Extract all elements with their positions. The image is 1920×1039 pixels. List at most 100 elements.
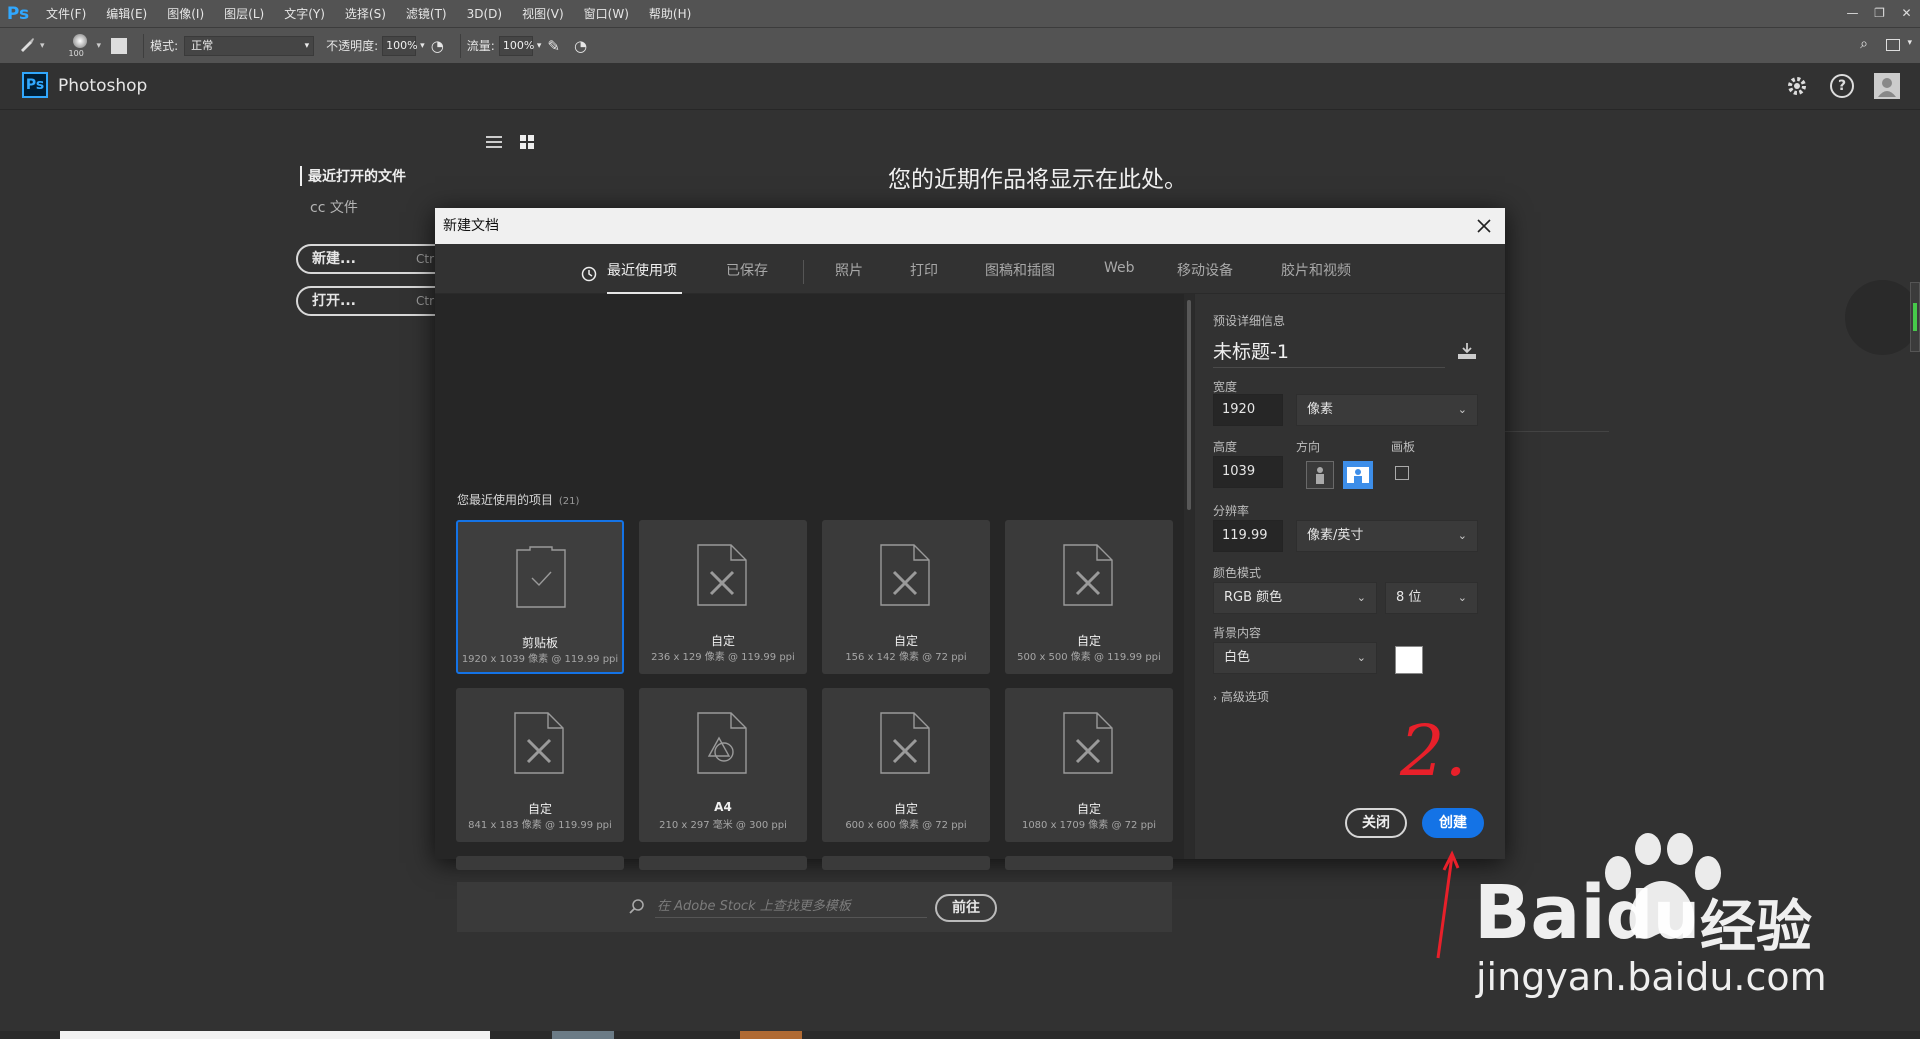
- new-file-button[interactable]: 新建... Ctr: [296, 244, 456, 274]
- tab-web[interactable]: Web: [1104, 260, 1135, 294]
- menu-edit[interactable]: 编辑(E): [96, 5, 157, 22]
- create-button[interactable]: 创建: [1422, 808, 1484, 838]
- panel-handle: [1845, 280, 1920, 355]
- preset-card-custom[interactable]: 自定 841 x 183 像素 @ 119.99 ppi: [456, 688, 624, 842]
- brush-tool-icon[interactable]: [18, 35, 40, 56]
- workspace-icon[interactable]: [1886, 39, 1900, 51]
- divider: [803, 260, 804, 284]
- avatar[interactable]: [1874, 73, 1900, 99]
- pressure-opacity-icon[interactable]: ◔: [431, 37, 444, 55]
- preset-card-custom[interactable]: 自定 600 x 600 像素 @ 72 ppi: [822, 688, 990, 842]
- recent-items-title: 您最近使用的项目: [457, 493, 554, 507]
- menu-help[interactable]: 帮助(H): [639, 5, 701, 22]
- window-close-button[interactable]: ✕: [1893, 0, 1920, 27]
- workspace-chevron-icon[interactable]: ▾: [1907, 38, 1912, 48]
- artboard-checkbox[interactable]: [1395, 466, 1409, 480]
- grid-view-icon[interactable]: [520, 134, 534, 153]
- preset-card-partial[interactable]: [1005, 856, 1173, 870]
- stock-search-input[interactable]: 在 Adobe Stock 上查找更多模板: [655, 896, 927, 918]
- mode-select[interactable]: 正常 ▾: [184, 35, 315, 56]
- tab-art-illustration[interactable]: 图稿和插图: [985, 260, 1055, 294]
- height-input[interactable]: 1039: [1213, 456, 1283, 488]
- bit-depth-select[interactable]: 8 位 ⌄: [1385, 582, 1478, 614]
- width-input[interactable]: 1920: [1213, 394, 1283, 426]
- menu-type[interactable]: 文字(Y): [274, 5, 335, 22]
- list-view-icon[interactable]: [486, 134, 502, 153]
- brush-settings-panel-icon[interactable]: [111, 37, 128, 54]
- restore-button[interactable]: ❐: [1866, 0, 1893, 27]
- preset-card-custom[interactable]: 自定 500 x 500 像素 @ 119.99 ppi: [1005, 520, 1173, 674]
- portrait-orientation-button[interactable]: [1306, 461, 1334, 489]
- preset-card-partial[interactable]: [822, 856, 990, 870]
- menu-file[interactable]: 文件(F): [36, 5, 96, 22]
- preset-meta: 500 x 500 像素 @ 119.99 ppi: [1017, 652, 1161, 663]
- airbrush-icon[interactable]: ✎: [547, 37, 560, 55]
- background-color-swatch[interactable]: [1395, 646, 1423, 674]
- presets-pane: 您最近使用的项目 (21) 剪贴板 1920 x 1039 像素 @ 119.9…: [435, 294, 1194, 932]
- scroll-thumb[interactable]: [1187, 300, 1191, 510]
- tab-film-video[interactable]: 胶片和视频: [1281, 260, 1351, 294]
- menu-filter[interactable]: 滤镜(T): [396, 5, 457, 22]
- go-button[interactable]: 前往: [935, 894, 997, 922]
- resolution-input[interactable]: 119.99: [1213, 520, 1283, 552]
- brush-picker-chevron-icon[interactable]: ▾: [97, 41, 102, 51]
- preset-card-custom[interactable]: 自定 236 x 129 像素 @ 119.99 ppi: [639, 520, 807, 674]
- tab-photo[interactable]: 照片: [835, 260, 863, 294]
- menu-3d[interactable]: 3D(D): [457, 7, 512, 21]
- landscape-orientation-button[interactable]: [1343, 461, 1373, 489]
- flow-input[interactable]: 100%: [498, 35, 534, 56]
- preset-card-partial[interactable]: [456, 856, 624, 870]
- close-button[interactable]: 关闭: [1345, 808, 1407, 838]
- preset-card-clipboard[interactable]: 剪贴板 1920 x 1039 像素 @ 119.99 ppi: [456, 520, 624, 674]
- help-icon[interactable]: ?: [1830, 74, 1854, 98]
- document-name-input[interactable]: 未标题-1: [1213, 338, 1445, 368]
- mode-value: 正常: [191, 38, 214, 52]
- taskbar-item[interactable]: [740, 1031, 802, 1039]
- menu-image[interactable]: 图像(I): [157, 5, 214, 22]
- advanced-options-toggle[interactable]: › 高级选项: [1213, 688, 1269, 705]
- tab-print[interactable]: 打印: [910, 260, 938, 294]
- empty-recent-message: 您的近期作品将显示在此处。: [888, 167, 1187, 193]
- preset-meta: 841 x 183 像素 @ 119.99 ppi: [468, 820, 612, 831]
- dialog-close-button[interactable]: [1473, 215, 1495, 237]
- opacity-input[interactable]: 100%: [382, 35, 418, 56]
- tab-recent[interactable]: 最近使用项: [607, 260, 682, 294]
- gear-icon[interactable]: [1786, 75, 1808, 101]
- sidebar-item-recent-files[interactable]: 最近打开的文件: [300, 166, 406, 186]
- tab-saved[interactable]: 已保存: [726, 260, 768, 294]
- opacity-chevron-icon[interactable]: ▾: [420, 41, 425, 51]
- taskbar-item[interactable]: [60, 1031, 490, 1039]
- user-icon: [1878, 78, 1896, 97]
- color-mode-select[interactable]: RGB 颜色 ⌄: [1213, 582, 1377, 614]
- brush-preset-picker[interactable]: 100: [65, 31, 95, 61]
- ps-logo[interactable]: Ps: [0, 0, 36, 27]
- preset-card-custom[interactable]: 自定 1080 x 1709 像素 @ 72 ppi: [1005, 688, 1173, 842]
- menu-select[interactable]: 选择(S): [335, 5, 396, 22]
- baidu-brand-text: Bai: [1474, 870, 1606, 956]
- tab-mobile[interactable]: 移动设备: [1177, 260, 1233, 294]
- new-document-dialog: 新建文档 最近使用项 已保存 照片 打印 图稿和插图 Web 移动设备 胶片和视…: [435, 208, 1505, 932]
- chevron-down-icon: ⌄: [1356, 651, 1366, 664]
- menu-window[interactable]: 窗口(W): [574, 5, 639, 22]
- menu-view[interactable]: 视图(V): [512, 5, 574, 22]
- side-scrollbar[interactable]: [1910, 282, 1920, 352]
- preset-card-custom[interactable]: 自定 156 x 142 像素 @ 72 ppi: [822, 520, 990, 674]
- preset-name: 剪贴板: [521, 636, 558, 650]
- preset-card-partial[interactable]: [639, 856, 807, 870]
- save-preset-icon[interactable]: [1457, 342, 1477, 364]
- minimize-button[interactable]: —: [1839, 0, 1866, 27]
- taskbar-item[interactable]: [552, 1031, 614, 1039]
- brush-tip-icon: [72, 33, 87, 48]
- pressure-size-icon[interactable]: ◔: [574, 37, 587, 55]
- preset-card-a4[interactable]: A4 210 x 297 毫米 @ 300 ppi: [639, 688, 807, 842]
- resolution-unit-select[interactable]: 像素/英寸 ⌄: [1296, 520, 1478, 552]
- flow-chevron-icon[interactable]: ▾: [537, 41, 542, 51]
- menu-layer[interactable]: 图层(L): [214, 5, 274, 22]
- background-content-select[interactable]: 白色 ⌄: [1213, 642, 1377, 674]
- open-file-button[interactable]: 打开... Ctr: [296, 286, 456, 316]
- tool-preset-chevron-icon[interactable]: ▾: [40, 41, 45, 51]
- sidebar-item-cc-files[interactable]: cc 文件: [310, 197, 358, 217]
- width-unit-select[interactable]: 像素 ⌄: [1296, 394, 1478, 426]
- search-icon[interactable]: ⌕: [1860, 36, 1868, 52]
- preset-name: 自定: [527, 802, 552, 816]
